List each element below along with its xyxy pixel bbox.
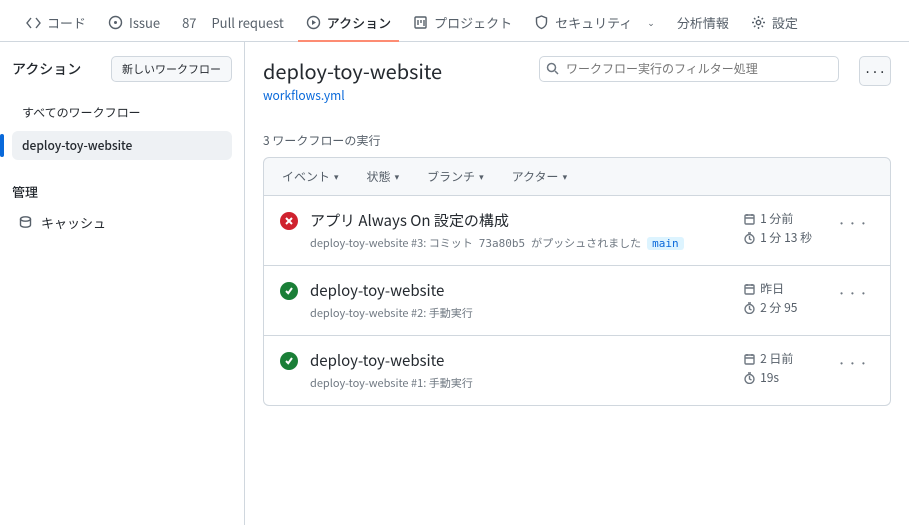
status-success-icon [280,352,298,370]
tab-projects[interactable]: プロジェクト [405,5,520,42]
code-icon [26,15,41,30]
new-workflow-button[interactable]: 新しいワークフロー [111,56,232,82]
content-area: deploy-toy-website workflows.yml ··· 3 ワ… [245,42,909,525]
runs-count: 3 ワークフローの実行 [263,132,891,149]
run-menu-button[interactable]: ··· [833,210,874,234]
tab-settings[interactable]: 設定 [743,5,806,42]
status-failure-icon [280,212,298,230]
project-icon [413,15,428,30]
run-row[interactable]: deploy-toy-website deploy-toy-website #2:… [264,266,890,336]
calendar-icon [743,282,756,295]
run-title: deploy-toy-website [310,350,731,371]
tab-code[interactable]: コード [18,5,94,42]
shield-icon [534,15,549,30]
run-row[interactable]: アプリ Always On 設定の構成 deploy-toy-website #3… [264,196,890,266]
run-menu-button[interactable]: ··· [833,280,874,304]
tab-security[interactable]: セキュリティ ⌄ [526,5,663,42]
run-timing: 昨日2 分 95 [743,280,819,318]
tab-issues[interactable]: Issue [100,5,168,42]
stopwatch-icon [743,371,756,384]
workflow-title: deploy-toy-website [263,56,442,85]
stopwatch-icon [743,231,756,244]
sidebar-title: アクション [12,59,81,79]
status-success-icon [280,282,298,300]
run-menu-button[interactable]: ··· [833,350,874,374]
run-meta: deploy-toy-website #2: 手動実行 [310,305,731,321]
run-title: アプリ Always On 設定の構成 [310,210,731,231]
repo-tabs: コード Issue 87 Pull request アクション プロジェクト セ… [0,0,909,42]
run-filters: イベント▾ 状態▾ ブランチ▾ アクター▾ [263,157,891,196]
search-icon [546,62,559,75]
kebab-icon: ··· [864,62,886,81]
run-row[interactable]: deploy-toy-website deploy-toy-website #1:… [264,336,890,405]
filter-branch[interactable]: ブランチ▾ [427,168,484,185]
sidebar-cache[interactable]: キャッシュ [12,209,232,236]
gear-icon [751,15,766,30]
filter-event[interactable]: イベント▾ [282,168,339,185]
issue-icon [108,15,123,30]
run-meta: deploy-toy-website #3: コミット 73a80b5 がプッシ… [310,235,731,251]
stopwatch-icon [743,301,756,314]
tab-actions[interactable]: アクション [298,5,399,42]
workflow-file-link[interactable]: workflows.yml [263,87,345,104]
run-meta: deploy-toy-website #1: 手動実行 [310,375,731,391]
filter-status[interactable]: 状態▾ [367,168,400,185]
branch-label[interactable]: main [647,237,684,250]
tab-insights[interactable]: 分析情報 [669,5,737,42]
calendar-icon [743,352,756,365]
filter-actor[interactable]: アクター▾ [512,168,567,185]
sidebar-section-manage: 管理 [12,182,232,201]
run-timing: 1 分前1 分 13 秒 [743,210,819,248]
run-list: アプリ Always On 設定の構成 deploy-toy-website #3… [263,196,891,406]
sidebar-workflow-selected[interactable]: deploy-toy-website [12,131,232,160]
sidebar-all-workflows[interactable]: すべてのワークフロー [12,98,232,127]
run-timing: 2 日前19s [743,350,819,388]
calendar-icon [743,212,756,225]
cache-icon [18,215,33,230]
filter-runs-input[interactable] [539,56,839,82]
actions-sidebar: アクション 新しいワークフロー すべてのワークフロー deploy-toy-we… [0,42,245,525]
tab-pulls[interactable]: 87 Pull request [174,5,292,42]
run-title: deploy-toy-website [310,280,731,301]
workflow-menu-button[interactable]: ··· [859,56,891,86]
play-icon [306,15,321,30]
